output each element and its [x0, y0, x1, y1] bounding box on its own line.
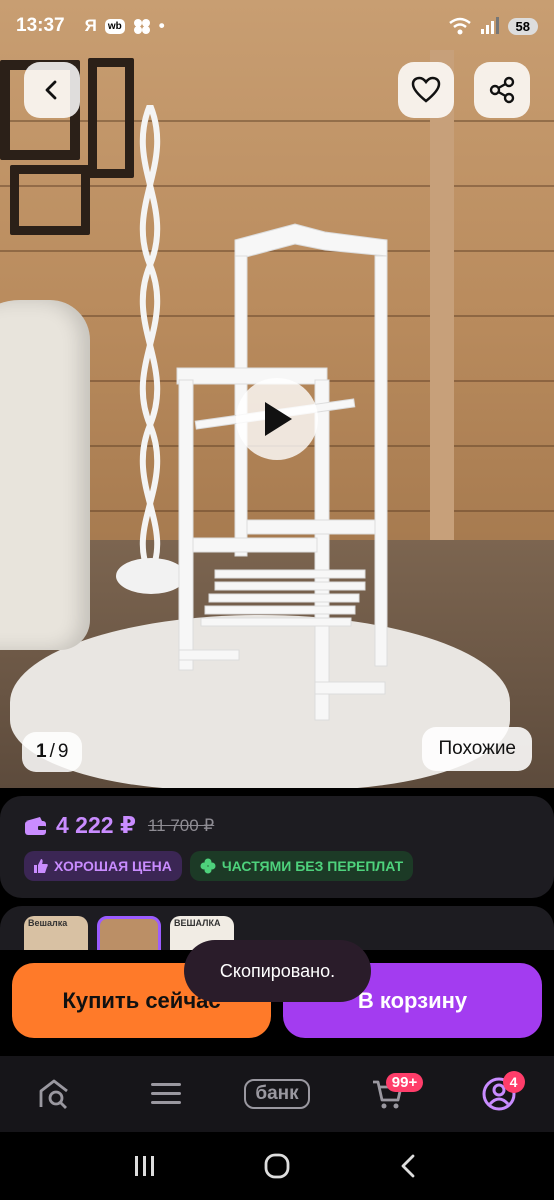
- current-price: 4 222 ₽: [56, 812, 136, 838]
- nav-home[interactable]: [25, 1069, 85, 1119]
- copied-toast: Скопировано.: [184, 940, 371, 1002]
- wb-icon: wb: [104, 18, 125, 34]
- play-icon: [265, 402, 292, 436]
- clock: 13:37: [16, 15, 65, 36]
- nav-catalog[interactable]: [136, 1069, 196, 1119]
- share-icon: [489, 76, 515, 104]
- status-bar: 13:37 Я wb • 58: [0, 0, 554, 52]
- signal-icon: [480, 17, 499, 34]
- home-search-icon: [39, 1079, 69, 1109]
- play-video-button[interactable]: [236, 378, 318, 460]
- share-button[interactable]: [474, 62, 530, 118]
- installments-label: ЧАСТЯМИ БЕЗ ПЕРЕПЛАТ: [221, 858, 404, 874]
- good-price-label: ХОРОШАЯ ЦЕНА: [54, 858, 172, 874]
- app-notification-icon: [133, 19, 150, 34]
- menu-icon: [151, 1083, 182, 1104]
- system-navigation: [0, 1132, 554, 1200]
- gallery-counter: 1 / 9: [22, 732, 83, 772]
- back-icon: [45, 80, 57, 100]
- price-card: 4 222 ₽ 11 700 ₽ ХОРОШАЯ ЦЕНА ЧАСТЯМИ БЕ…: [0, 796, 554, 898]
- valet-stand: [176, 223, 388, 721]
- installments-badge[interactable]: ЧАСТЯМИ БЕЗ ПЕРЕПЛАТ: [189, 851, 414, 881]
- wallet-icon: [25, 816, 46, 835]
- bottom-navigation: банк 99+ 4: [0, 1056, 554, 1132]
- heart-icon: [411, 76, 441, 103]
- battery-indicator: 58: [507, 17, 538, 35]
- yandex-icon: Я: [84, 16, 97, 35]
- variant-thumb-3-text: ВЕШАЛКА: [174, 918, 221, 928]
- good-price-badge[interactable]: ХОРОШАЯ ЦЕНА: [24, 851, 182, 881]
- old-price: 11 700 ₽: [147, 815, 215, 835]
- floor-lamp: [139, 105, 161, 575]
- system-back-icon[interactable]: [396, 1153, 422, 1179]
- favorite-button[interactable]: [398, 62, 454, 118]
- thumbs-up-icon: [34, 859, 48, 873]
- similar-button[interactable]: Похожие: [422, 727, 532, 771]
- profile-count-badge: 4: [502, 1071, 525, 1093]
- more-notifications-dot: •: [158, 16, 165, 35]
- gallery-separator: /: [49, 741, 55, 762]
- cart-count-badge: 99+: [385, 1073, 424, 1092]
- home-icon[interactable]: [263, 1152, 291, 1180]
- nav-profile[interactable]: 4: [469, 1069, 529, 1119]
- bank-label: банк: [244, 1079, 310, 1109]
- wifi-icon: [448, 17, 471, 35]
- nav-bank[interactable]: банк: [244, 1069, 310, 1119]
- clover-icon: [200, 858, 216, 874]
- gallery-current: 1: [36, 741, 47, 762]
- nav-cart[interactable]: 99+: [358, 1069, 424, 1119]
- recent-apps-icon[interactable]: [132, 1153, 158, 1179]
- variant-thumb-1-text: Вешалка: [28, 918, 68, 928]
- armchair: [0, 300, 90, 650]
- back-button[interactable]: [24, 62, 80, 118]
- gallery-total: 9: [57, 741, 69, 762]
